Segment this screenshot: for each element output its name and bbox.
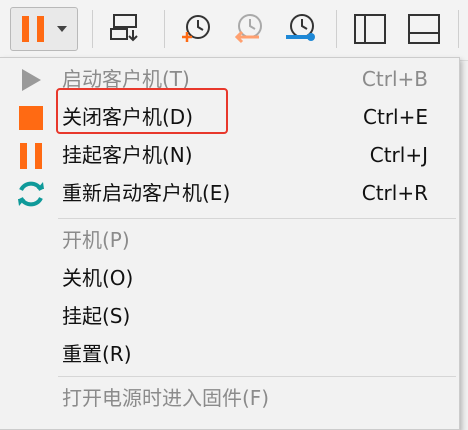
menu-item-label: 关机(O) <box>62 266 134 290</box>
menu-item-power-off[interactable]: 关机(O) <box>0 259 458 297</box>
power-dropdown-button[interactable] <box>10 7 78 51</box>
menu-item-suspend[interactable]: 挂起(S) <box>0 297 458 335</box>
clock-plus-icon <box>178 11 214 47</box>
bottom-panel-layout-icon <box>407 13 441 45</box>
menu-item-label: 挂起(S) <box>62 304 131 328</box>
highlight-box <box>56 88 228 134</box>
snapshot-button[interactable] <box>174 6 218 52</box>
menu-item-power-on-to-firmware: 打开电源时进入固件(F) <box>0 379 458 417</box>
menu-item-power-on: 开机(P) <box>0 221 458 259</box>
menu-separator <box>58 218 456 219</box>
menu-item-label: 重置(R) <box>62 342 132 366</box>
pause-icon <box>14 143 48 169</box>
snapshot-manager-button[interactable] <box>278 6 322 52</box>
sidebar-view-button[interactable] <box>348 6 392 52</box>
clock-wrench-icon <box>281 11 319 47</box>
sidebar-layout-icon <box>353 13 387 45</box>
restart-icon <box>14 181 48 207</box>
menu-separator <box>58 376 456 377</box>
menu-item-suspend-guest[interactable]: 挂起客户机(N) Ctrl+J <box>0 136 458 174</box>
menu-item-shortcut: Ctrl+E <box>363 105 428 129</box>
menu-item-shortcut: Ctrl+R <box>361 181 428 205</box>
toolbar <box>0 0 468 61</box>
play-icon <box>14 67 48 93</box>
pause-icon <box>20 14 46 44</box>
chevron-down-icon <box>56 25 68 33</box>
menu-item-reset[interactable]: 重置(R) <box>0 335 458 373</box>
stop-icon <box>14 105 48 131</box>
send-keys-button[interactable] <box>104 6 148 52</box>
clock-revert-icon <box>229 11 267 47</box>
menu-item-label: 重新启动客户机(E) <box>62 181 231 205</box>
menu-item-label: 开机(P) <box>62 228 130 252</box>
menu-item-shortcut: Ctrl+J <box>369 143 428 167</box>
network-send-icon <box>108 12 144 46</box>
bottom-panel-view-button[interactable] <box>402 6 446 52</box>
revert-snapshot-button <box>226 6 270 52</box>
menu-item-label: 打开电源时进入固件(F) <box>62 386 270 410</box>
menu-item-label: 挂起客户机(N) <box>62 143 193 167</box>
menu-item-shortcut: Ctrl+B <box>361 67 428 91</box>
menu-item-restart-guest[interactable]: 重新启动客户机(E) Ctrl+R <box>0 174 458 212</box>
